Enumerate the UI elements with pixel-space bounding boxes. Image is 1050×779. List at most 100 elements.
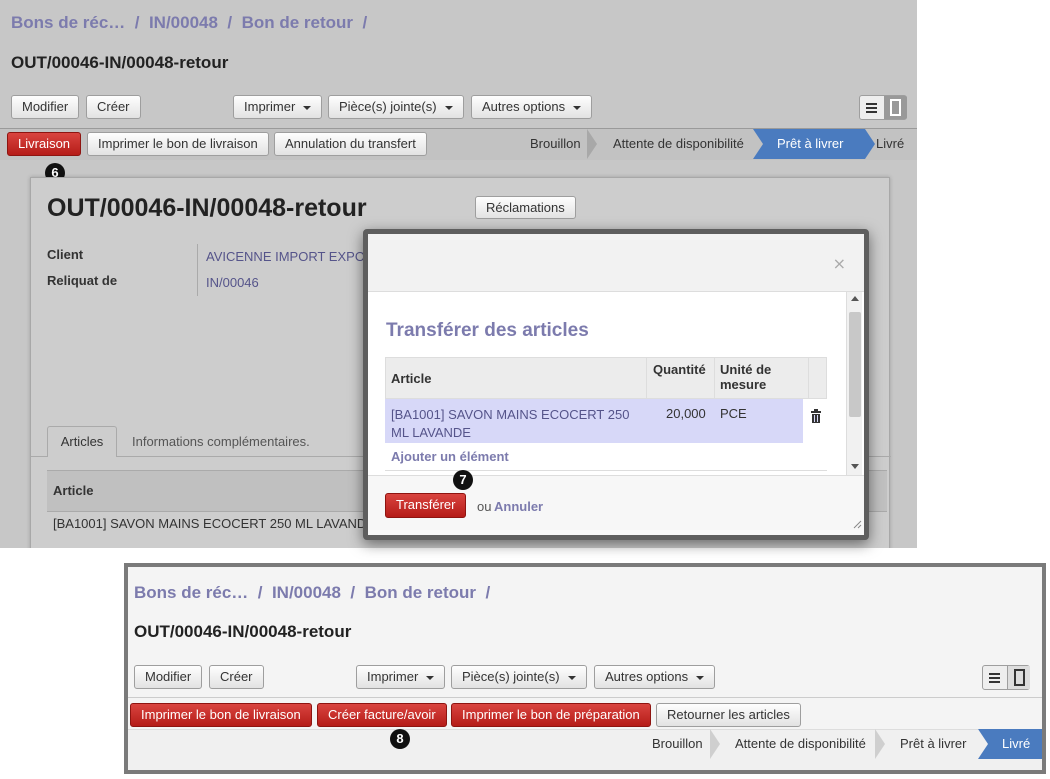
reliquat-label: Reliquat de [47, 273, 118, 288]
step-pret[interactable]: Prêt à livrer [753, 129, 865, 159]
resize-handle-icon[interactable] [852, 514, 862, 533]
annotation-badge-7: 7 [453, 470, 473, 490]
client-label: Client [47, 247, 84, 262]
cancel-transfer-button[interactable]: Annulation du transfert [274, 132, 427, 156]
column-header-quantite[interactable]: Quantité [653, 362, 706, 377]
print-preparation-button[interactable]: Imprimer le bon de préparation [451, 703, 651, 727]
row-quantite[interactable]: 20,000 [666, 406, 706, 421]
reclamations-button[interactable]: Réclamations [475, 196, 576, 219]
imprimer-dropdown[interactable]: Imprimer [233, 95, 323, 119]
reliquat-value[interactable]: IN/00046 [206, 275, 259, 290]
attachments-label: Pièce(s) jointe(s) [339, 99, 437, 114]
autres-options-dropdown[interactable]: Autres options [594, 665, 716, 689]
unite-line2: mesure [720, 377, 767, 392]
row-unite[interactable]: PCE [720, 406, 747, 421]
dialog-title: Transférer des articles [386, 320, 589, 341]
tab-articles[interactable]: Articles [47, 426, 117, 457]
livraison-button[interactable]: Livraison [7, 132, 82, 156]
form-view-icon[interactable] [1007, 666, 1030, 689]
caret-down-icon [567, 675, 576, 680]
step-livre-label: Livré [1002, 736, 1031, 751]
step-livre[interactable]: Livré [876, 129, 904, 159]
breadcrumb-item-receipts[interactable]: Bons de réc… [134, 583, 248, 602]
list-view-icon[interactable] [983, 666, 1006, 689]
modifier-button[interactable]: Modifier [11, 95, 80, 119]
scroll-thumb[interactable] [849, 312, 861, 417]
breadcrumb: Bons de réc… / IN/00048 / Bon de retour … [134, 583, 491, 602]
step-separator-icon [587, 129, 597, 159]
breadcrumb-item-in[interactable]: IN/00048 [272, 583, 341, 602]
transfer-dialog: × Transférer des articles Article Quanti… [363, 229, 869, 540]
step-separator-icon [710, 729, 720, 759]
list-view-icon[interactable] [860, 96, 883, 119]
unite-line1: Unité de [720, 362, 772, 377]
close-icon[interactable]: × [833, 254, 846, 273]
step-brouillon[interactable]: Brouillon [530, 129, 581, 159]
breadcrumb-item-return[interactable]: Bon de retour [365, 583, 476, 602]
autres-options-dropdown[interactable]: Autres options [471, 95, 593, 119]
autres-options-label: Autres options [605, 669, 689, 684]
step-attente[interactable]: Attente de disponibilité [735, 729, 866, 759]
column-header-article[interactable]: Article [391, 371, 431, 386]
caret-down-icon [444, 105, 453, 110]
print-delivery-button[interactable]: Imprimer le bon de livraison [130, 703, 312, 727]
annuler-link[interactable]: Annuler [494, 499, 543, 514]
autres-options-label: Autres options [482, 99, 566, 114]
caret-down-icon [303, 105, 312, 110]
trash-icon[interactable] [810, 408, 822, 427]
breadcrumb-item-return[interactable]: Bon de retour [242, 13, 353, 32]
client-value[interactable]: AVICENNE IMPORT EXPOR [206, 249, 374, 264]
page-title: OUT/00046-IN/00048-retour [11, 53, 229, 72]
step-attente[interactable]: Attente de disponibilité [613, 129, 744, 159]
caret-down-icon [426, 675, 435, 680]
table-row[interactable]: [BA1001] SAVON MAINS ECOCERT 250 ML LAVA… [53, 516, 366, 531]
imprimer-label: Imprimer [244, 99, 296, 114]
dialog-scrollbar[interactable] [846, 292, 862, 475]
divider [385, 470, 827, 471]
row-article[interactable]: [BA1001] SAVON MAINS ECOCERT 250 ML LAVAN… [391, 406, 629, 442]
modifier-button[interactable]: Modifier [134, 665, 203, 689]
transferer-button[interactable]: Transférer [385, 493, 467, 518]
step-pret[interactable]: Prêt à livrer [900, 729, 966, 759]
divider [197, 244, 198, 296]
column-header-unite[interactable]: Unité de mesure [720, 362, 771, 392]
view-switcher [982, 665, 1030, 690]
step-separator-icon [865, 129, 875, 159]
step-separator-icon [875, 729, 885, 759]
breadcrumb: Bons de réc… / IN/00048 / Bon de retour … [11, 13, 368, 32]
page-title: OUT/00046-IN/00048-retour [134, 622, 352, 641]
creer-button[interactable]: Créer [209, 665, 264, 689]
scroll-up-icon[interactable] [851, 296, 859, 301]
view-switcher [859, 95, 907, 120]
attachments-dropdown[interactable]: Pièce(s) jointe(s) [328, 95, 464, 119]
step-pret-label: Prêt à livrer [777, 136, 844, 151]
caret-down-icon [573, 105, 582, 110]
row-article-line1: [BA1001] SAVON MAINS ECOCERT 250 [391, 407, 630, 422]
dialog-header [368, 234, 864, 292]
attachments-label: Pièce(s) jointe(s) [462, 669, 560, 684]
form-title: OUT/00046-IN/00048-retour [47, 194, 367, 222]
create-invoice-button[interactable]: Créer facture/avoir [317, 703, 447, 727]
step-separator-icon [753, 129, 763, 159]
add-item-link[interactable]: Ajouter un élément [391, 449, 509, 464]
bottom-screenshot: Bons de réc… / IN/00048 / Bon de retour … [124, 563, 1046, 774]
divider [808, 357, 809, 399]
form-view-icon[interactable] [884, 96, 907, 119]
breadcrumb-item-receipts[interactable]: Bons de réc… [11, 13, 125, 32]
return-items-button[interactable]: Retourner les articles [656, 703, 801, 727]
row-article-line2: ML LAVANDE [391, 425, 471, 440]
imprimer-label: Imprimer [367, 669, 419, 684]
tab-informations[interactable]: Informations complémentaires. [132, 434, 310, 449]
breadcrumb-item-in[interactable]: IN/00048 [149, 13, 218, 32]
step-separator-icon [978, 729, 988, 759]
divider [128, 697, 1042, 698]
step-brouillon[interactable]: Brouillon [652, 729, 703, 759]
creer-button[interactable]: Créer [86, 95, 141, 119]
column-header-article[interactable]: Article [53, 483, 93, 498]
annotation-badge-8: 8 [390, 729, 410, 749]
print-delivery-button[interactable]: Imprimer le bon de livraison [87, 132, 269, 156]
caret-down-icon [696, 675, 705, 680]
scroll-down-icon[interactable] [851, 464, 859, 469]
imprimer-dropdown[interactable]: Imprimer [356, 665, 446, 689]
attachments-dropdown[interactable]: Pièce(s) jointe(s) [451, 665, 587, 689]
